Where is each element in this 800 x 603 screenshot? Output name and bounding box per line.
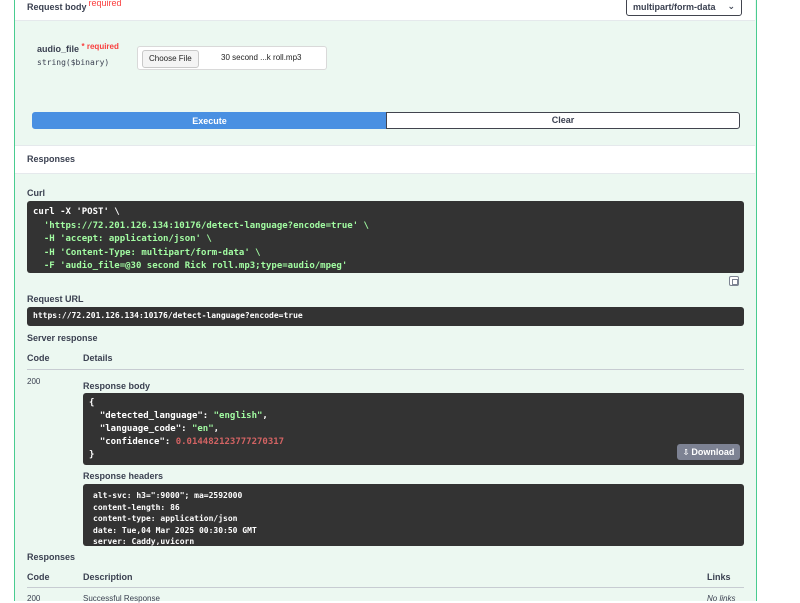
choose-file-button[interactable]: Choose File (142, 50, 199, 68)
download-icon: ⇩ (682, 448, 690, 457)
header-line: date: Tue,04 Mar 2025 00:30:50 GMT (93, 525, 257, 535)
response-code: 200 (27, 377, 41, 386)
request-body-header: Request body required multipart/form-data… (15, 0, 755, 21)
response-body-json: { "detected_language": "english", "langu… (89, 398, 285, 460)
json-value: 0.014482123777270317 (175, 437, 285, 447)
responses-bar: Responses (15, 145, 755, 174)
request-body-title: Request body required (27, 0, 122, 12)
content-type-select[interactable]: multipart/form-data ⌄ (626, 0, 742, 16)
curl-label: Curl (27, 188, 45, 198)
param-required: * required (81, 42, 119, 51)
json-key: "language_code" (99, 424, 182, 434)
execute-button[interactable]: Execute (32, 112, 387, 129)
responses-row-links: No links (707, 594, 736, 603)
header-line: content-length: 86 (93, 502, 180, 512)
curl-code-block[interactable]: curl -X 'POST' \ 'https://72.201.126.134… (27, 201, 744, 273)
details-column-header: Details (83, 353, 113, 363)
response-headers-text: alt-svc: h3=":9000"; ma=2592000 content-… (93, 490, 257, 548)
curl-line: -H 'accept: application/json' \ (33, 234, 212, 244)
json-value: "english" (213, 411, 263, 421)
required-marker: required (88, 0, 122, 8)
response-headers-label: Response headers (83, 471, 164, 481)
server-response-label: Server response (27, 333, 98, 343)
curl-line: -F 'audio_file=@30 second Rick roll.mp3;… (33, 261, 348, 271)
responses-description-header: Description (83, 572, 133, 582)
responses-code-header: Code (27, 572, 50, 582)
header-line: alt-svc: h3=":9000"; ma=2592000 (93, 491, 243, 500)
json-key: "detected_language" (99, 411, 203, 421)
json-value: "en" (191, 424, 214, 434)
table-divider (27, 369, 744, 370)
response-body-block: { "detected_language": "english", "langu… (83, 393, 744, 465)
header-line: content-type: application/json (93, 514, 238, 523)
header-line: server: Caddy,uvicorn (93, 537, 195, 546)
download-button[interactable]: ⇩ Download (677, 444, 740, 460)
param-name: audio_file * required (37, 42, 119, 54)
copy-icon[interactable] (729, 276, 739, 286)
responses-links-header: Links (707, 572, 731, 582)
request-url-value: https://72.201.126.134:10176/detect-lang… (33, 311, 303, 320)
responses-table-label: Responses (27, 552, 76, 562)
responses-row-code: 200 (27, 594, 41, 603)
selected-file-name: 30 second ...k roll.mp3 (221, 53, 302, 62)
clear-button[interactable]: Clear (386, 112, 740, 129)
audio-file-input[interactable]: Choose File 30 second ...k roll.mp3 (137, 46, 327, 70)
responses-heading: Responses (27, 154, 76, 164)
code-column-header: Code (27, 353, 50, 363)
json-key: "confidence" (99, 437, 165, 447)
curl-line: 'https://72.201.126.134:10176/detect-lan… (33, 220, 369, 231)
response-body-label: Response body (83, 381, 151, 391)
table-divider (27, 587, 744, 588)
request-url-label: Request URL (27, 294, 84, 304)
curl-line: -H 'Content-Type: multipart/form-data' \ (33, 247, 261, 258)
curl-line: curl -X 'POST' \ (33, 207, 120, 217)
chevron-down-icon: ⌄ (727, 1, 735, 11)
param-type: string($binary) (37, 58, 110, 67)
responses-row-description: Successful Response (83, 594, 160, 603)
curl-command: curl -X 'POST' \ 'https://72.201.126.134… (33, 206, 369, 274)
response-headers-block: alt-svc: h3=":9000"; ma=2592000 content-… (83, 484, 744, 546)
request-url-block: https://72.201.126.134:10176/detect-lang… (27, 307, 744, 326)
